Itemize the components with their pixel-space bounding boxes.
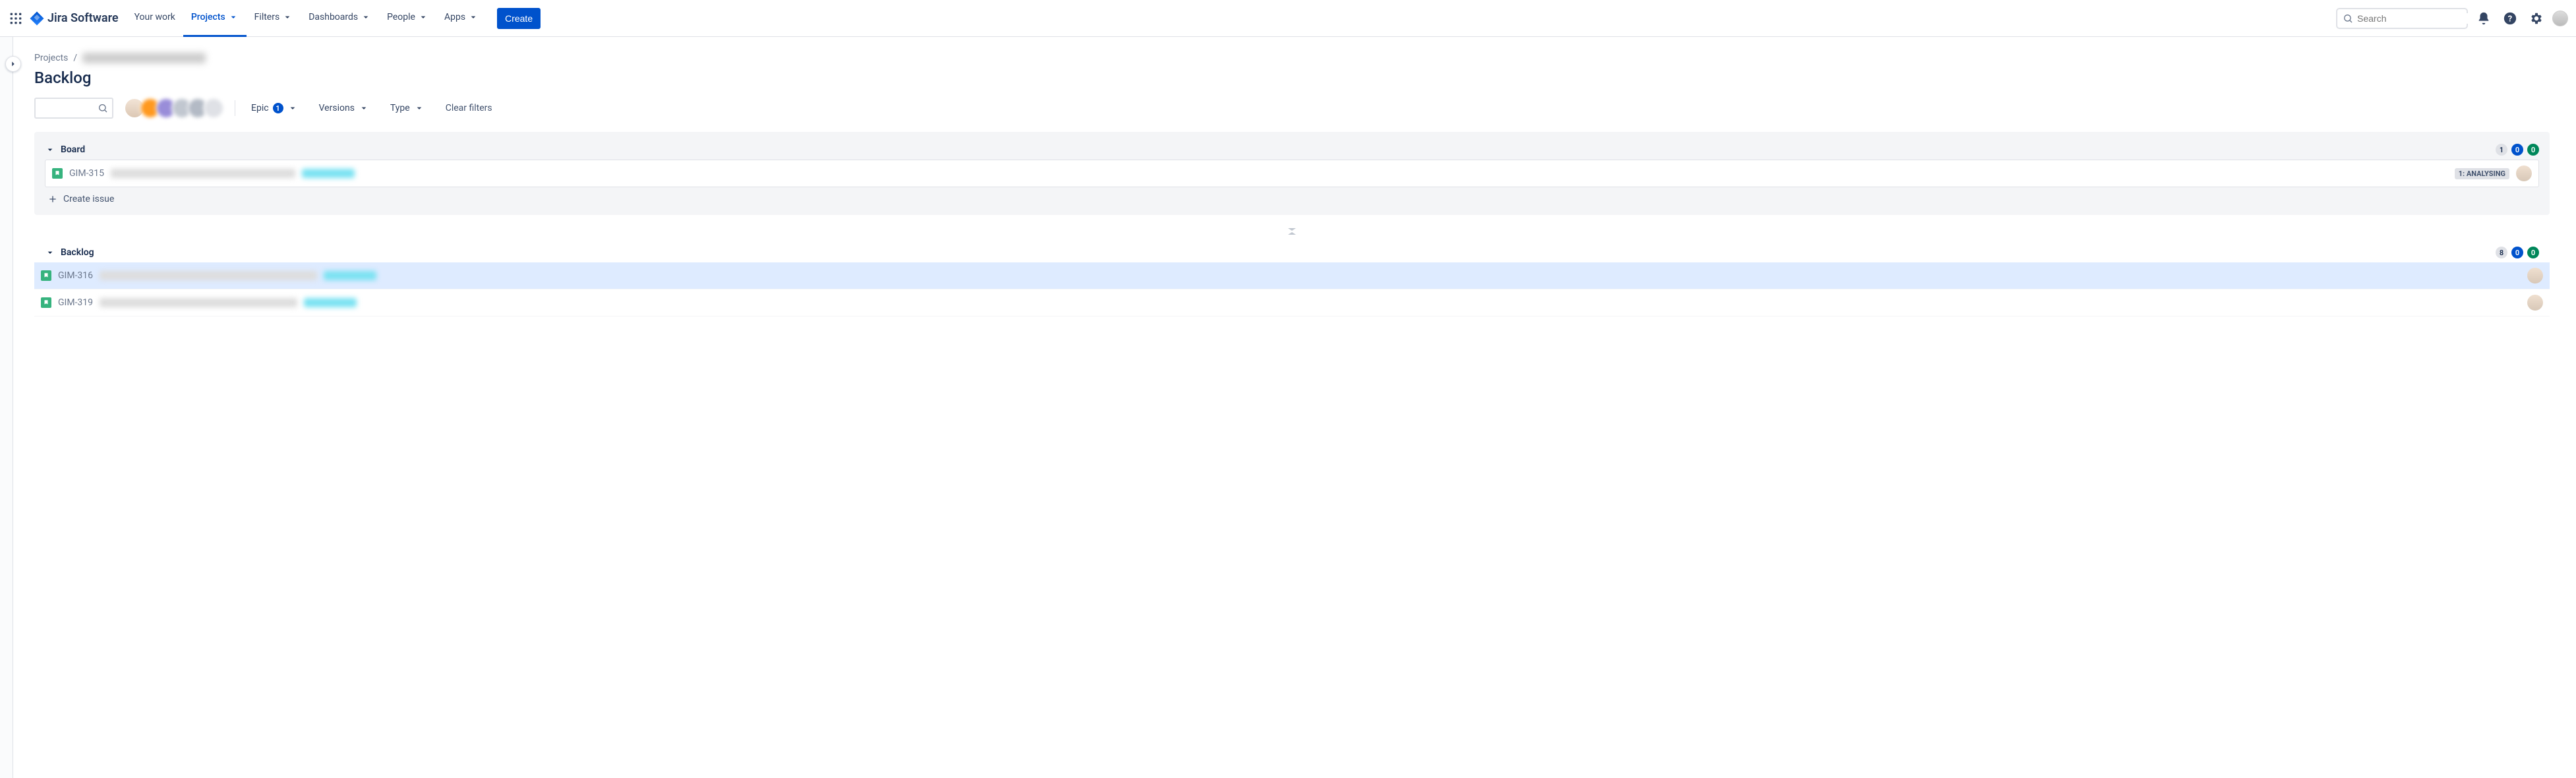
story-icon <box>41 297 51 308</box>
backlog-section: Backlog 8 0 0 GIM-316 GIM-319 <box>34 243 2550 316</box>
clear-filters-button[interactable]: Clear filters <box>440 100 498 116</box>
issue-epic-link[interactable] <box>304 298 357 307</box>
epic-count-badge: 1 <box>273 103 283 113</box>
backlog-section-header[interactable]: Backlog 8 0 0 <box>34 243 2550 262</box>
filter-bar: Epic 1 Versions Type Clear filters <box>34 98 2550 119</box>
breadcrumb-projects[interactable]: Projects <box>34 53 68 63</box>
assignee-avatar[interactable] <box>2516 165 2532 181</box>
top-nav-right: ? <box>2336 8 2568 29</box>
assignee-avatar[interactable] <box>2527 268 2543 284</box>
search-icon <box>2343 13 2353 24</box>
story-icon <box>52 168 63 179</box>
nav-projects[interactable]: Projects <box>183 0 247 37</box>
search-icon <box>98 103 108 113</box>
count-todo: 8 <box>2496 247 2507 258</box>
settings-icon[interactable] <box>2526 8 2547 29</box>
top-nav: Jira Software Your work Projects Filters… <box>0 0 2576 37</box>
issue-summary <box>111 169 295 178</box>
board-section-header[interactable]: Board 1 0 0 <box>45 140 2539 160</box>
filter-epic[interactable]: Epic 1 <box>246 100 303 116</box>
page-title: Backlog <box>34 69 2550 87</box>
issue-epic-link[interactable] <box>302 169 355 178</box>
issue-key: GIM-316 <box>58 270 93 281</box>
issue-summary <box>100 298 297 307</box>
global-search[interactable] <box>2336 8 2468 29</box>
count-done: 0 <box>2527 144 2539 156</box>
chevron-down-icon <box>228 12 239 22</box>
filter-type[interactable]: Type <box>385 100 430 116</box>
board-counts: 1 0 0 <box>2496 144 2539 156</box>
chevron-down-icon <box>468 12 479 22</box>
section-resize-handle[interactable] <box>34 225 2550 243</box>
count-done: 0 <box>2527 247 2539 258</box>
app-switcher-icon[interactable] <box>8 11 24 26</box>
count-todo: 1 <box>2496 144 2507 156</box>
filter-versions[interactable]: Versions <box>314 100 374 116</box>
nav-your-work[interactable]: Your work <box>127 0 183 37</box>
issue-status[interactable]: 1: ANALYSING <box>2455 168 2509 179</box>
issue-key: GIM-319 <box>58 297 93 308</box>
chevron-down-icon <box>45 247 55 258</box>
issue-row[interactable]: GIM-316 <box>34 262 2550 289</box>
create-button[interactable]: Create <box>497 8 541 29</box>
help-icon[interactable]: ? <box>2500 8 2521 29</box>
count-inprogress: 0 <box>2511 247 2523 258</box>
backlog-search[interactable] <box>34 98 113 119</box>
notifications-icon[interactable] <box>2473 8 2494 29</box>
create-issue-button[interactable]: Create issue <box>45 187 2539 207</box>
nav-people[interactable]: People <box>379 0 436 37</box>
backlog-counts: 8 0 0 <box>2496 247 2539 258</box>
plus-icon <box>47 194 58 204</box>
svg-text:?: ? <box>2508 14 2512 24</box>
issue-summary <box>100 271 317 280</box>
main-content: Projects / Redacted Project Backlog Epic… <box>13 37 2576 316</box>
chevron-down-icon <box>361 12 371 22</box>
top-nav-left: Jira Software Your work Projects Filters… <box>8 0 541 37</box>
global-search-input[interactable] <box>2357 13 2476 24</box>
issue-row[interactable]: GIM-319 <box>34 289 2550 316</box>
nav-apps[interactable]: Apps <box>436 0 486 37</box>
issue-epic-link[interactable] <box>324 271 376 280</box>
assignee-filter-avatars[interactable] <box>124 98 224 119</box>
issue-key: GIM-315 <box>69 168 104 179</box>
nav-filters[interactable]: Filters <box>247 0 301 37</box>
chevron-down-icon <box>414 103 424 113</box>
chevron-down-icon <box>418 12 428 22</box>
chevron-down-icon <box>282 12 293 22</box>
backlog-issue-list: GIM-316 GIM-319 <box>34 262 2550 316</box>
board-section-title: Board <box>61 144 85 155</box>
chevron-down-icon <box>287 103 298 113</box>
breadcrumb: Projects / Redacted Project <box>34 53 2550 63</box>
assignee-avatar[interactable] <box>2527 295 2543 311</box>
avatar[interactable] <box>203 98 224 119</box>
story-icon <box>41 270 51 281</box>
primary-nav: Your work Projects Filters Dashboards Pe… <box>127 0 486 37</box>
product-name: Jira Software <box>47 11 119 25</box>
chevron-down-icon <box>45 144 55 155</box>
board-section: Board 1 0 0 GIM-315 1: ANALYSING Create … <box>34 132 2550 215</box>
product-logo[interactable]: Jira Software <box>29 11 119 26</box>
nav-dashboards[interactable]: Dashboards <box>301 0 379 37</box>
count-inprogress: 0 <box>2511 144 2523 156</box>
jira-logo-icon <box>29 11 45 26</box>
backlog-search-input[interactable] <box>45 103 98 113</box>
issue-meta <box>2527 295 2543 311</box>
grip-icon <box>1287 228 1297 235</box>
sidebar-collapsed <box>0 37 13 778</box>
profile-avatar[interactable] <box>2552 11 2568 26</box>
breadcrumb-project-name[interactable]: Redacted Project <box>82 53 205 63</box>
chevron-right-icon <box>9 59 18 69</box>
issue-row[interactable]: GIM-315 1: ANALYSING <box>45 160 2538 187</box>
issue-meta: 1: ANALYSING <box>2455 165 2532 181</box>
backlog-section-title: Backlog <box>61 247 94 258</box>
breadcrumb-separator: / <box>73 53 77 63</box>
sidebar-expand-button[interactable] <box>5 56 21 72</box>
chevron-down-icon <box>359 103 369 113</box>
board-issue-list: GIM-315 1: ANALYSING <box>45 160 2539 187</box>
issue-meta <box>2527 268 2543 284</box>
